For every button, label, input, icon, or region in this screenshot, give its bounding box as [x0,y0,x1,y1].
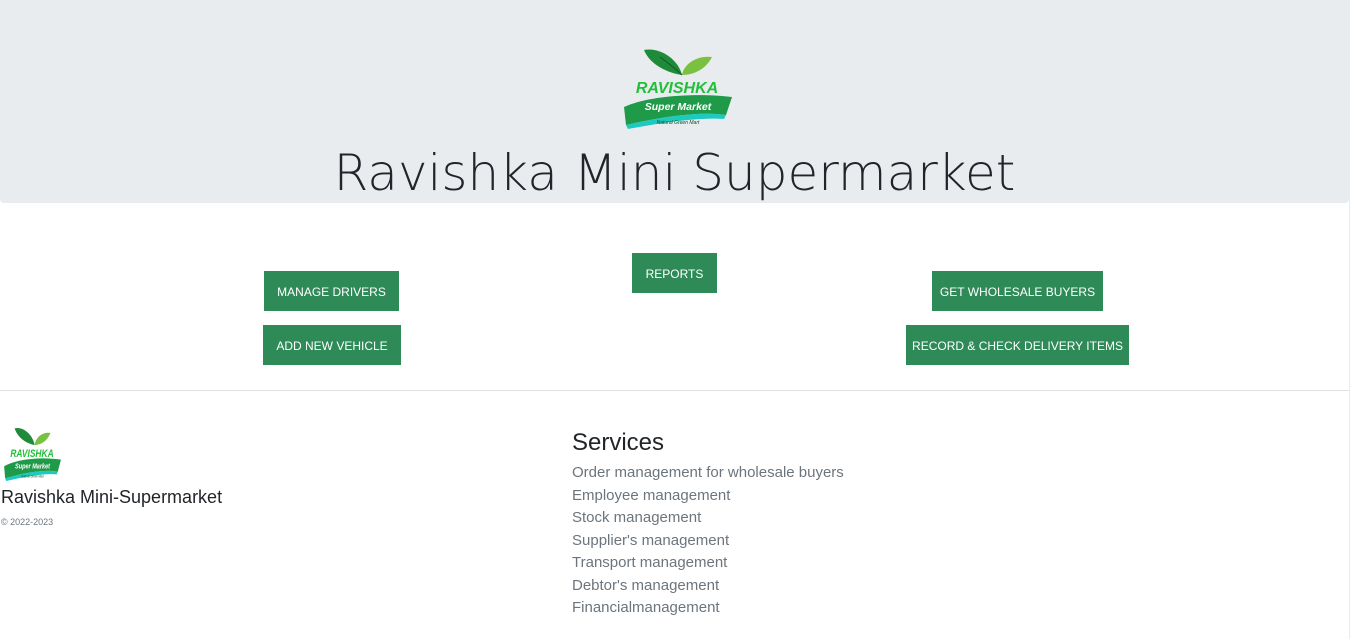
footer-divider [0,390,1349,391]
services-heading: Services [572,429,665,456]
svg-text:RAVISHKA: RAVISHKA [636,80,718,97]
services-list: Order management for wholesale buyers Em… [572,462,844,620]
service-link-order-management[interactable]: Order management for wholesale buyers [572,462,844,485]
add-new-vehicle-button[interactable]: ADD NEW VEHICLE [263,325,401,365]
service-link-employee-management[interactable]: Employee management [572,485,844,508]
service-link-financial-management[interactable]: Financialmanagement [572,597,844,620]
service-link-debtor-management[interactable]: Debtor's management [572,575,844,598]
svg-text:Natural Green Mart: Natural Green Mart [21,474,44,478]
page-title: Ravishka Mini Supermarket [333,144,1016,202]
svg-text:Super Market: Super Market [15,463,51,471]
footer-copyright: © 2022-2023 [1,517,54,527]
footer-company-name: Ravishka Mini-Supermarket [1,487,223,507]
service-link-transport-management[interactable]: Transport management [572,552,844,575]
footer-logo: RAVISHKA Super Market Natural Green Mart [4,428,61,481]
get-wholesale-buyers-button[interactable]: GET WHOLESALE BUYERS [932,271,1103,311]
ravishka-logo: RAVISHKA Super Market Natural Green Mart [624,49,732,129]
svg-text:Super Market: Super Market [645,101,712,113]
service-link-supplier-management[interactable]: Supplier's management [572,530,844,553]
service-link-stock-management[interactable]: Stock management [572,507,844,530]
record-check-delivery-button[interactable]: RECORD & CHECK DELIVERY ITEMS [906,325,1129,365]
svg-text:Natural Green Mart: Natural Green Mart [657,120,700,126]
manage-drivers-button[interactable]: MANAGE DRIVERS [264,271,399,311]
hero-banner: RAVISHKA Super Market Natural Green Mart… [0,0,1349,203]
reports-button[interactable]: REPORTS [632,253,717,293]
